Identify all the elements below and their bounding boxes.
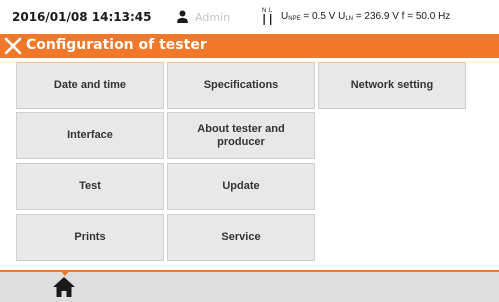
svg-text:L: L: [269, 8, 273, 14]
svg-text:N: N: [262, 8, 266, 14]
measurement-readout: UNPE = 0.5 V ULN = 236.9 V f = 50.0 Hz: [281, 11, 451, 22]
service-button[interactable]: Service: [167, 214, 315, 261]
user-name: Admin: [195, 11, 231, 24]
status-bar: 2016/01/08 14:13:45 Admin N L UNPE = 0.5…: [0, 0, 499, 34]
network-setting-button[interactable]: Network setting: [318, 62, 466, 109]
update-button[interactable]: Update: [167, 163, 315, 210]
tools-icon: [4, 37, 22, 55]
title-bar: Configuration of tester: [0, 34, 499, 58]
about-tester-button[interactable]: About tester and producer: [167, 112, 315, 159]
prints-button[interactable]: Prints: [16, 214, 164, 261]
date-and-time-button[interactable]: Date and time: [16, 62, 164, 109]
phase-nl-icon: N L: [262, 8, 273, 25]
interface-button[interactable]: Interface: [16, 112, 164, 159]
datetime: 2016/01/08 14:13:45: [12, 10, 152, 24]
home-icon[interactable]: [52, 276, 76, 298]
test-button[interactable]: Test: [16, 163, 164, 210]
specifications-button[interactable]: Specifications: [167, 62, 315, 109]
user-icon: [177, 10, 188, 23]
page-title: Configuration of tester: [26, 37, 207, 53]
